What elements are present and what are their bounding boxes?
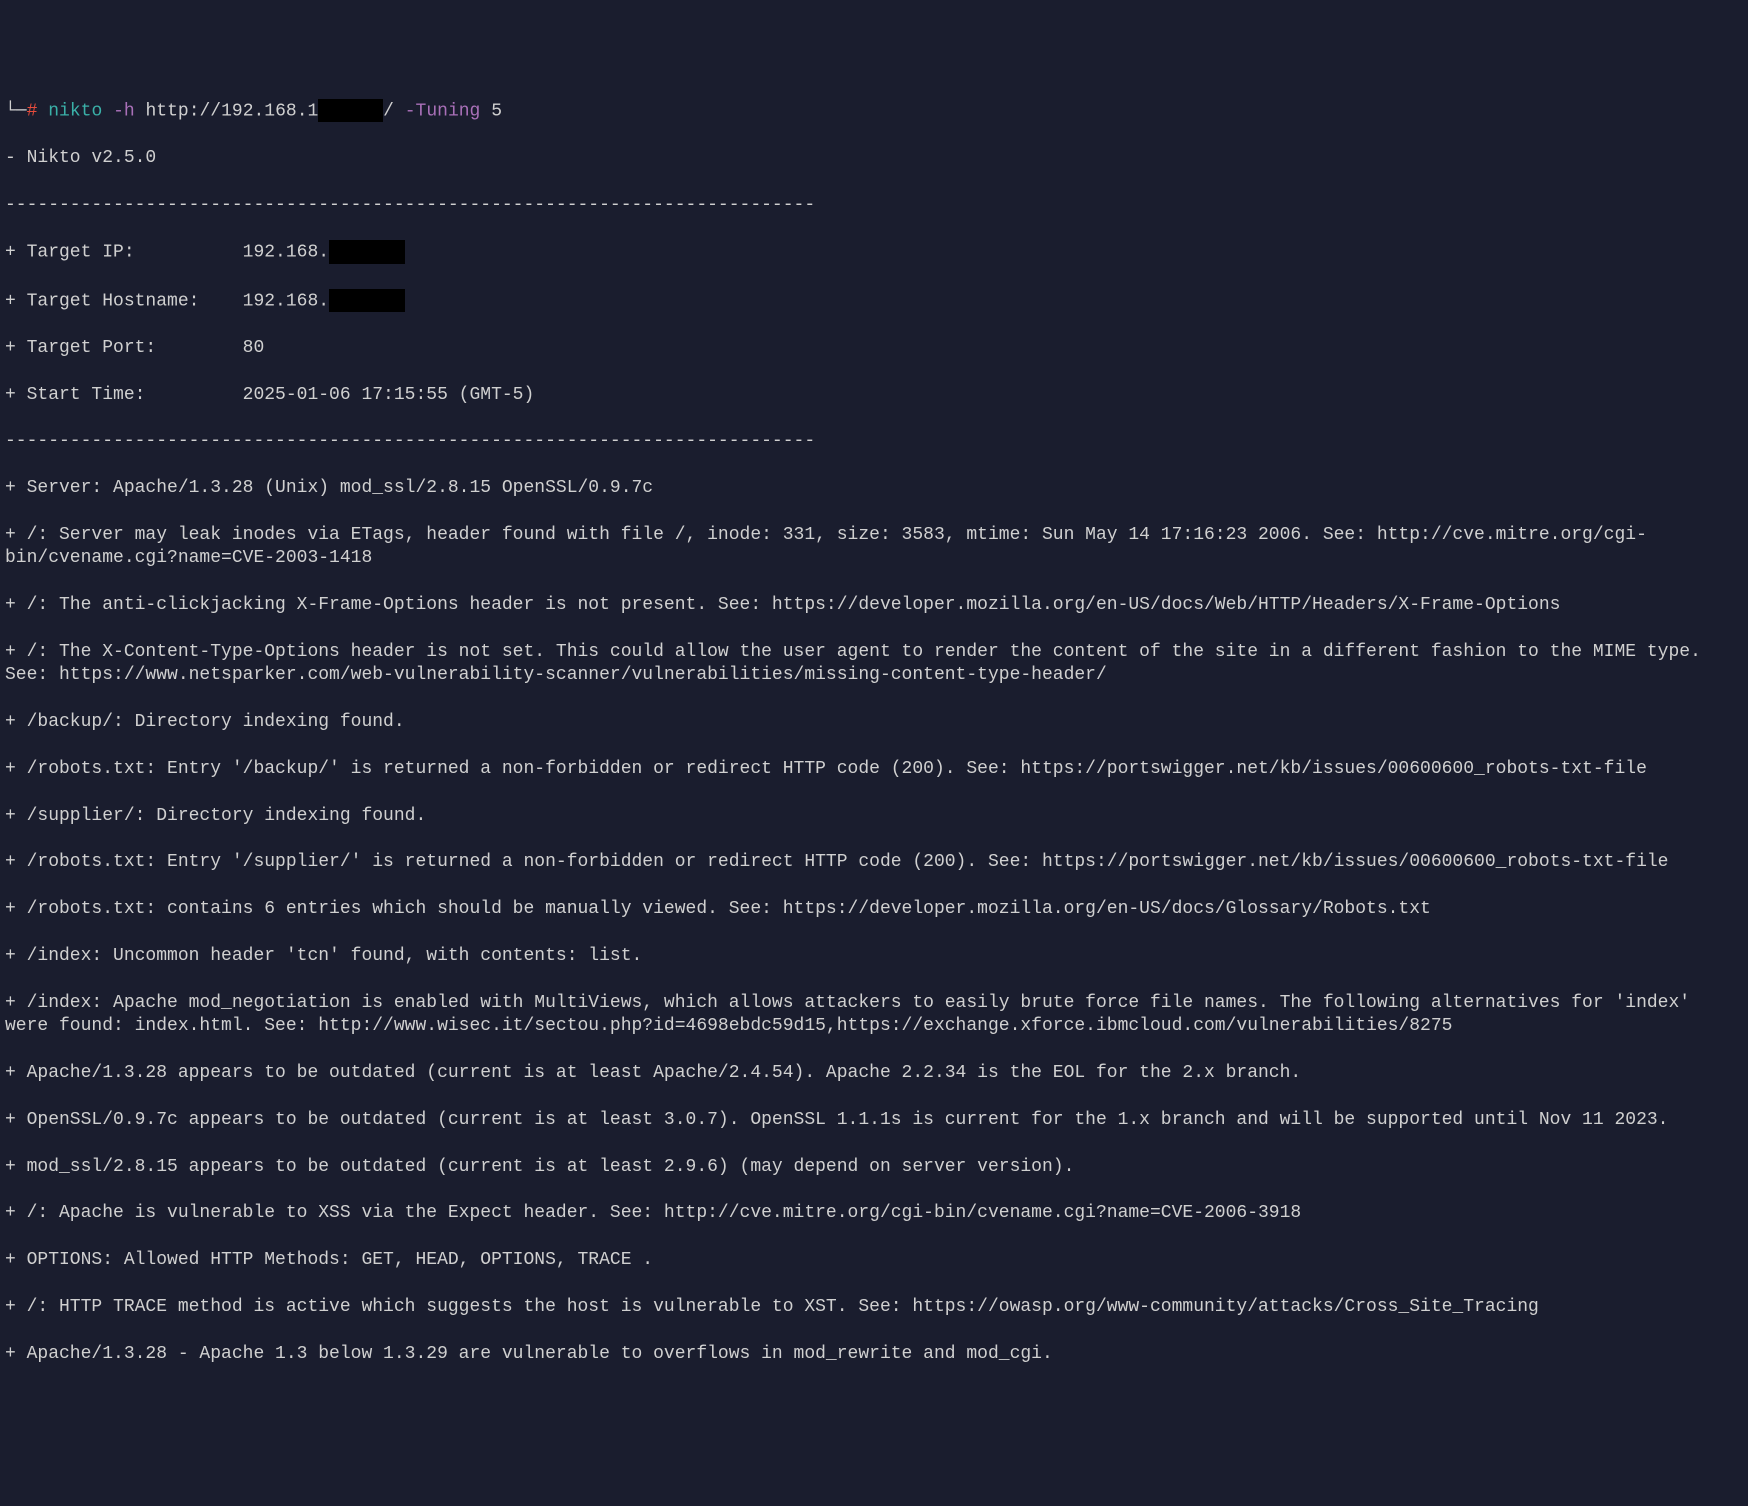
finding-apache-outdated: + Apache/1.3.28 appears to be outdated (… bbox=[5, 1062, 1743, 1085]
finding-trace-xst: + /: HTTP TRACE method is active which s… bbox=[5, 1296, 1743, 1319]
command-line: └─# nikto -h http://192.168.1XXXXXX/ -Tu… bbox=[5, 99, 1743, 124]
url-arg-suffix: / bbox=[383, 101, 394, 121]
finding-modssl-outdated: + mod_ssl/2.8.15 appears to be outdated … bbox=[5, 1156, 1743, 1179]
redacted-target-hostname: XXXXXXX bbox=[329, 289, 405, 312]
prompt-prefix: └─ bbox=[5, 101, 27, 121]
divider-top: ----------------------------------------… bbox=[5, 194, 1743, 217]
tuning-value: 5 bbox=[491, 101, 502, 121]
finding-etags: + /: Server may leak inodes via ETags, h… bbox=[5, 524, 1743, 571]
nikto-version: - Nikto v2.5.0 bbox=[5, 147, 1743, 170]
command-name: nikto bbox=[48, 101, 102, 121]
flag-tuning: -Tuning bbox=[405, 101, 481, 121]
finding-xframe: + /: The anti-clickjacking X-Frame-Optio… bbox=[5, 594, 1743, 617]
finding-mod-negotiation: + /index: Apache mod_negotiation is enab… bbox=[5, 992, 1743, 1039]
finding-xss-expect: + /: Apache is vulnerable to XSS via the… bbox=[5, 1202, 1743, 1225]
redacted-ip: XXXXXX bbox=[318, 99, 383, 122]
finding-robots-entries: + /robots.txt: contains 6 entries which … bbox=[5, 898, 1743, 921]
finding-tcn-header: + /index: Uncommon header 'tcn' found, w… bbox=[5, 945, 1743, 968]
finding-backup-dir: + /backup/: Directory indexing found. bbox=[5, 711, 1743, 734]
target-hostname-line: + Target Hostname: 192.168.XXXXXXX bbox=[5, 289, 1743, 314]
target-ip-line: + Target IP: 192.168.XXXXXXX bbox=[5, 240, 1743, 265]
terminal-output[interactable]: └─# nikto -h http://192.168.1XXXXXX/ -Tu… bbox=[5, 99, 1743, 1390]
prompt-hash: # bbox=[27, 101, 38, 121]
finding-apache-overflow: + Apache/1.3.28 - Apache 1.3 below 1.3.2… bbox=[5, 1343, 1743, 1366]
flag-host: -h bbox=[113, 101, 135, 121]
finding-robots-supplier: + /robots.txt: Entry '/supplier/' is ret… bbox=[5, 851, 1743, 874]
target-ip-label: + Target IP: 192.168. bbox=[5, 243, 329, 263]
start-time: + Start Time: 2025-01-06 17:15:55 (GMT-5… bbox=[5, 384, 1743, 407]
finding-http-methods: + OPTIONS: Allowed HTTP Methods: GET, HE… bbox=[5, 1249, 1743, 1272]
finding-openssl-outdated: + OpenSSL/0.9.7c appears to be outdated … bbox=[5, 1109, 1743, 1132]
target-hostname-label: + Target Hostname: 192.168. bbox=[5, 291, 329, 311]
divider-bottom: ----------------------------------------… bbox=[5, 430, 1743, 453]
target-port: + Target Port: 80 bbox=[5, 337, 1743, 360]
finding-server: + Server: Apache/1.3.28 (Unix) mod_ssl/2… bbox=[5, 477, 1743, 500]
url-arg-prefix: http://192.168.1 bbox=[145, 101, 318, 121]
redacted-target-ip: XXXXXXX bbox=[329, 240, 405, 263]
finding-robots-backup: + /robots.txt: Entry '/backup/' is retur… bbox=[5, 758, 1743, 781]
finding-xcontent: + /: The X-Content-Type-Options header i… bbox=[5, 641, 1743, 688]
finding-supplier-dir: + /supplier/: Directory indexing found. bbox=[5, 805, 1743, 828]
